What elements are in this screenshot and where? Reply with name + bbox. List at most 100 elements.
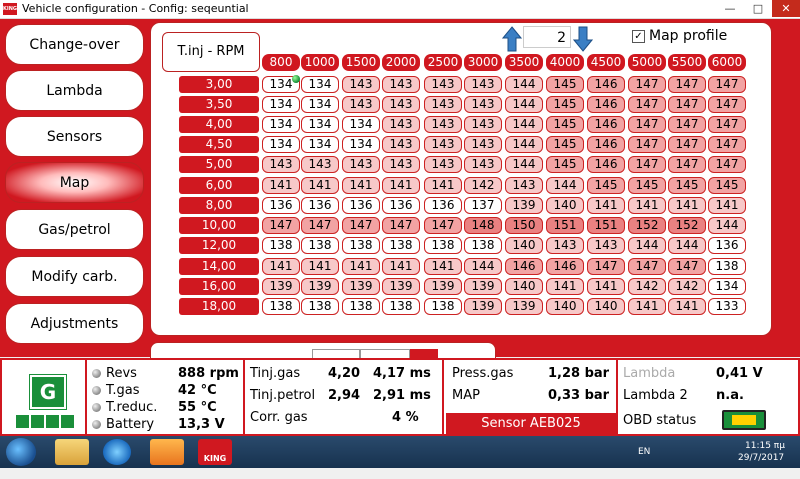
arrow-down-icon[interactable] (573, 26, 593, 52)
map-cell[interactable]: 143 (342, 76, 380, 93)
map-cell[interactable]: 143 (382, 76, 420, 93)
map-cell[interactable]: 141 (587, 278, 625, 295)
sidebar-item-map[interactable]: Map (5, 162, 144, 203)
map-cell[interactable]: 141 (424, 177, 462, 194)
map-cell[interactable]: 136 (301, 197, 339, 214)
map-cell[interactable]: 140 (546, 298, 584, 315)
map-cell[interactable]: 134 (301, 96, 339, 113)
map-cell[interactable]: 138 (424, 298, 462, 315)
map-cell[interactable]: 147 (708, 116, 746, 133)
map-cell[interactable]: 147 (668, 258, 706, 275)
map-cell[interactable]: 145 (668, 177, 706, 194)
map-cell[interactable]: 134 (342, 116, 380, 133)
sidebar-item-sensors[interactable]: Sensors (5, 116, 144, 157)
map-cell[interactable]: 144 (668, 237, 706, 254)
map-cell[interactable]: 144 (505, 136, 543, 153)
map-cell[interactable]: 138 (301, 298, 339, 315)
map-cell[interactable]: 147 (668, 96, 706, 113)
map-cell[interactable]: 143 (342, 156, 380, 173)
map-cell[interactable]: 143 (464, 96, 502, 113)
map-cell[interactable]: 142 (464, 177, 502, 194)
sidebar-item-adjustments[interactable]: Adjustments (5, 303, 144, 344)
map-cell[interactable]: 141 (262, 177, 300, 194)
map-cell[interactable]: 144 (505, 156, 543, 173)
map-cell[interactable]: 139 (262, 278, 300, 295)
map-cell[interactable]: 138 (424, 237, 462, 254)
map-cell[interactable]: 143 (382, 136, 420, 153)
map-cell[interactable]: 143 (464, 156, 502, 173)
arrow-up-icon[interactable] (502, 26, 522, 52)
map-cell[interactable]: 145 (628, 177, 666, 194)
map-cell[interactable]: 141 (382, 177, 420, 194)
map-cell[interactable]: 139 (342, 278, 380, 295)
map-cell[interactable]: 143 (382, 156, 420, 173)
map-cell[interactable]: 136 (424, 197, 462, 214)
map-cell[interactable]: 143 (382, 96, 420, 113)
map-cell[interactable]: 138 (464, 237, 502, 254)
map-cell[interactable]: 147 (628, 76, 666, 93)
map-cell[interactable]: 134 (301, 116, 339, 133)
map-cell[interactable]: 143 (464, 116, 502, 133)
map-cell[interactable]: 134 (262, 96, 300, 113)
map-cell[interactable]: 138 (342, 237, 380, 254)
map-cell[interactable]: 136 (708, 237, 746, 254)
map-cell[interactable]: 138 (262, 237, 300, 254)
map-cell[interactable]: 134 (342, 136, 380, 153)
map-cell[interactable]: 142 (668, 278, 706, 295)
map-cell[interactable]: 140 (505, 278, 543, 295)
sidebar-item-gas-petrol[interactable]: Gas/petrol (5, 209, 144, 250)
language-indicator[interactable]: EN (638, 447, 650, 457)
map-cell[interactable]: 143 (342, 96, 380, 113)
map-cell[interactable]: 147 (342, 217, 380, 234)
map-cell[interactable]: 138 (382, 298, 420, 315)
map-cell[interactable]: 143 (424, 116, 462, 133)
map-cell[interactable]: 150 (505, 217, 543, 234)
map-cell[interactable]: 138 (262, 298, 300, 315)
map-cell[interactable]: 136 (342, 197, 380, 214)
map-cell[interactable]: 144 (708, 217, 746, 234)
map-cell[interactable]: 138 (301, 237, 339, 254)
map-cell[interactable]: 143 (424, 76, 462, 93)
map-profile-toggle[interactable]: ✓ Map profile (632, 28, 727, 44)
map-cell[interactable]: 141 (301, 177, 339, 194)
map-cell[interactable]: 133 (708, 298, 746, 315)
map-cell[interactable]: 139 (301, 278, 339, 295)
map-cell[interactable]: 143 (382, 116, 420, 133)
map-cell[interactable]: 141 (301, 258, 339, 275)
map-cell[interactable]: 147 (262, 217, 300, 234)
map-cell[interactable]: 145 (587, 177, 625, 194)
map-cell[interactable]: 146 (587, 136, 625, 153)
map-cell[interactable]: 146 (587, 156, 625, 173)
map-cell[interactable]: 143 (424, 136, 462, 153)
map-cell[interactable]: 146 (505, 258, 543, 275)
map-cell[interactable]: 147 (708, 136, 746, 153)
map-cell[interactable]: 147 (668, 116, 706, 133)
map-cell[interactable]: 139 (382, 278, 420, 295)
sidebar-item-lambda[interactable]: Lambda (5, 70, 144, 111)
map-cell[interactable]: 141 (587, 197, 625, 214)
map-cell[interactable]: 141 (628, 298, 666, 315)
map-cell[interactable]: 147 (301, 217, 339, 234)
map-cell[interactable]: 147 (628, 258, 666, 275)
map-cell[interactable]: 138 (382, 237, 420, 254)
map-cell[interactable]: 144 (505, 116, 543, 133)
map-cell[interactable]: 147 (628, 136, 666, 153)
map-cell[interactable]: 146 (587, 76, 625, 93)
map-cell[interactable]: 142 (628, 278, 666, 295)
map-cell[interactable]: 147 (628, 116, 666, 133)
media-player-icon[interactable] (150, 439, 184, 465)
file-explorer-icon[interactable] (55, 439, 89, 465)
obd-connector-icon[interactable] (722, 410, 766, 430)
map-cell[interactable]: 144 (464, 258, 502, 275)
maximize-button[interactable]: □ (744, 0, 772, 17)
map-cell[interactable]: 141 (342, 177, 380, 194)
map-cell[interactable]: 134 (262, 136, 300, 153)
map-cell[interactable]: 143 (464, 136, 502, 153)
map-cell[interactable]: 139 (464, 278, 502, 295)
map-cell[interactable]: 141 (546, 278, 584, 295)
map-cell[interactable]: 144 (546, 177, 584, 194)
map-cell[interactable]: 143 (424, 96, 462, 113)
map-cell[interactable]: 147 (708, 156, 746, 173)
map-cell[interactable]: 147 (668, 136, 706, 153)
map-cell[interactable]: 147 (382, 217, 420, 234)
